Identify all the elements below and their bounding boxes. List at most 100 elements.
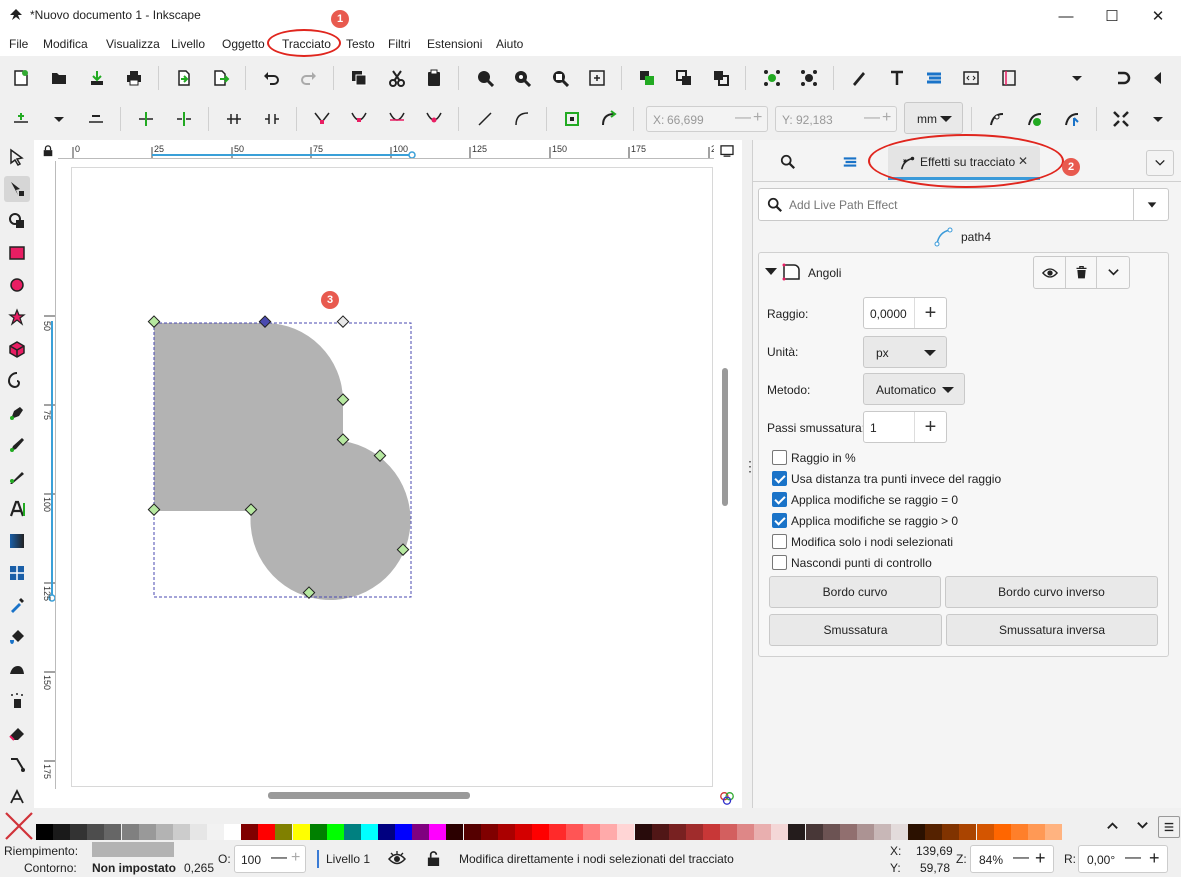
metodo-select[interactable]: Automatico <box>863 373 965 405</box>
zoom-minus-button[interactable]: — <box>1013 849 1029 867</box>
show-clip-icon[interactable] <box>1059 106 1085 132</box>
checkbox-raggio-percent[interactable] <box>772 450 787 465</box>
zoom-selection-icon[interactable] <box>472 65 498 91</box>
symmetric-node-icon[interactable] <box>384 106 410 132</box>
color-swatch[interactable] <box>224 824 242 840</box>
save-icon[interactable] <box>84 65 110 91</box>
color-swatch[interactable] <box>788 824 806 840</box>
undo-icon[interactable] <box>258 65 284 91</box>
menu-estensioni[interactable]: Estensioni <box>427 37 482 51</box>
palette-scroll-down-icon[interactable] <box>1134 816 1150 834</box>
maximize-button[interactable]: ☐ <box>1089 0 1135 32</box>
print-icon[interactable] <box>121 65 147 91</box>
color-swatch[interactable] <box>805 824 823 840</box>
cusp-node-icon[interactable] <box>309 106 335 132</box>
no-paint-icon[interactable] <box>4 811 34 841</box>
zoom-page-icon[interactable] <box>547 65 573 91</box>
menu-file[interactable]: File <box>9 37 28 51</box>
redo-icon[interactable] <box>296 65 322 91</box>
text-tool-icon[interactable] <box>4 496 30 522</box>
delete-segment-icon[interactable] <box>259 106 285 132</box>
snap-bbox-icon[interactable] <box>796 65 822 91</box>
checkbox-use-knot-distance[interactable] <box>772 471 787 486</box>
snap-nodes-icon[interactable] <box>759 65 785 91</box>
paste-icon[interactable] <box>421 65 447 91</box>
ellipse-tool-icon[interactable] <box>4 272 30 298</box>
menu-livello[interactable]: Livello <box>171 37 205 51</box>
zoom-fit-icon[interactable] <box>584 65 610 91</box>
color-swatch[interactable] <box>138 824 156 840</box>
make-curve-icon[interactable] <box>509 106 535 132</box>
selector-tool-icon[interactable] <box>4 144 30 170</box>
rotation-spinbox[interactable]: 0,00° — + <box>1078 845 1168 873</box>
color-swatch[interactable] <box>429 824 447 840</box>
bordo-curvo-inverso-button[interactable]: Bordo curvo inverso <box>945 576 1158 608</box>
raggio-spinbox[interactable]: 0,0000 + <box>863 297 947 329</box>
color-swatch[interactable] <box>172 824 190 840</box>
pen-tool-icon[interactable] <box>4 400 30 426</box>
color-swatch[interactable] <box>87 824 105 840</box>
zoom-plus-button[interactable]: + <box>1035 848 1046 869</box>
fill-swatch[interactable] <box>92 842 174 857</box>
toolbar-overflow-icon[interactable] <box>1064 65 1090 91</box>
color-swatch[interactable] <box>1044 824 1062 840</box>
color-swatch[interactable] <box>292 824 310 840</box>
color-swatch[interactable] <box>70 824 88 840</box>
new-document-icon[interactable] <box>8 65 34 91</box>
spiral-tool-icon[interactable] <box>4 368 30 394</box>
color-swatch[interactable] <box>241 824 259 840</box>
lpe-dropdown-button[interactable] <box>1133 189 1169 220</box>
ungroup-icon[interactable] <box>671 65 697 91</box>
spray-tool-icon[interactable] <box>4 688 30 714</box>
color-swatch[interactable] <box>754 824 772 840</box>
export-icon[interactable] <box>208 65 234 91</box>
unit-select[interactable]: mm <box>904 102 963 134</box>
color-swatch[interactable] <box>446 824 464 840</box>
measure-tool-icon[interactable] <box>4 784 30 810</box>
color-swatch[interactable] <box>651 824 669 840</box>
menu-testo[interactable]: Testo <box>346 37 375 51</box>
star-tool-icon[interactable] <box>4 304 30 330</box>
color-swatch[interactable] <box>360 824 378 840</box>
import-icon[interactable] <box>171 65 197 91</box>
opacity-plus-button[interactable]: + <box>291 849 300 867</box>
3d-box-tool-icon[interactable] <box>4 336 30 362</box>
passi-spinbox[interactable]: 1 + <box>863 411 947 443</box>
join-segment-icon[interactable] <box>221 106 247 132</box>
bordo-curvo-button[interactable]: Bordo curvo <box>769 576 941 608</box>
menu-oggetto[interactable]: Oggetto <box>222 37 265 51</box>
color-swatch[interactable] <box>634 824 652 840</box>
panel-resize-handle[interactable]: ⋮ <box>743 459 757 481</box>
cut-icon[interactable] <box>384 65 410 91</box>
join-nodes-icon[interactable] <box>133 106 159 132</box>
raise-icon[interactable] <box>708 65 734 91</box>
lpe-search-box[interactable]: Add Live Path Effect <box>758 188 1169 221</box>
smooth-node-icon[interactable] <box>346 106 372 132</box>
color-swatch[interactable] <box>822 824 840 840</box>
node-tool-icon[interactable] <box>4 176 30 202</box>
display-mode-icon[interactable] <box>716 788 738 808</box>
color-swatch[interactable] <box>36 824 53 840</box>
snap-toggle-icon[interactable] <box>1110 65 1136 91</box>
panel-menu-button[interactable] <box>1146 150 1174 176</box>
horizontal-scrollbar[interactable] <box>268 792 470 799</box>
color-swatch[interactable] <box>121 824 139 840</box>
command-palette-icon[interactable] <box>718 143 736 159</box>
color-swatch[interactable] <box>583 824 601 840</box>
objects-icon[interactable] <box>996 65 1022 91</box>
x-plus-button[interactable]: + <box>753 109 762 127</box>
close-window-button[interactable]: ✕ <box>1135 0 1181 32</box>
color-swatch[interactable] <box>343 824 361 840</box>
make-line-icon[interactable] <box>472 106 498 132</box>
snap-popover-icon[interactable] <box>1145 65 1171 91</box>
unita-select[interactable]: px <box>863 336 947 368</box>
fill-stroke-icon[interactable] <box>846 65 872 91</box>
opacity-spinbox[interactable]: 100 — + <box>234 845 306 873</box>
color-swatch[interactable] <box>1010 824 1028 840</box>
vertical-scrollbar[interactable] <box>722 368 728 506</box>
color-swatch[interactable] <box>668 824 686 840</box>
color-swatch[interactable] <box>959 824 977 840</box>
color-swatch[interactable] <box>942 824 960 840</box>
insert-node-icon[interactable] <box>8 106 34 132</box>
color-swatch[interactable] <box>207 824 224 840</box>
